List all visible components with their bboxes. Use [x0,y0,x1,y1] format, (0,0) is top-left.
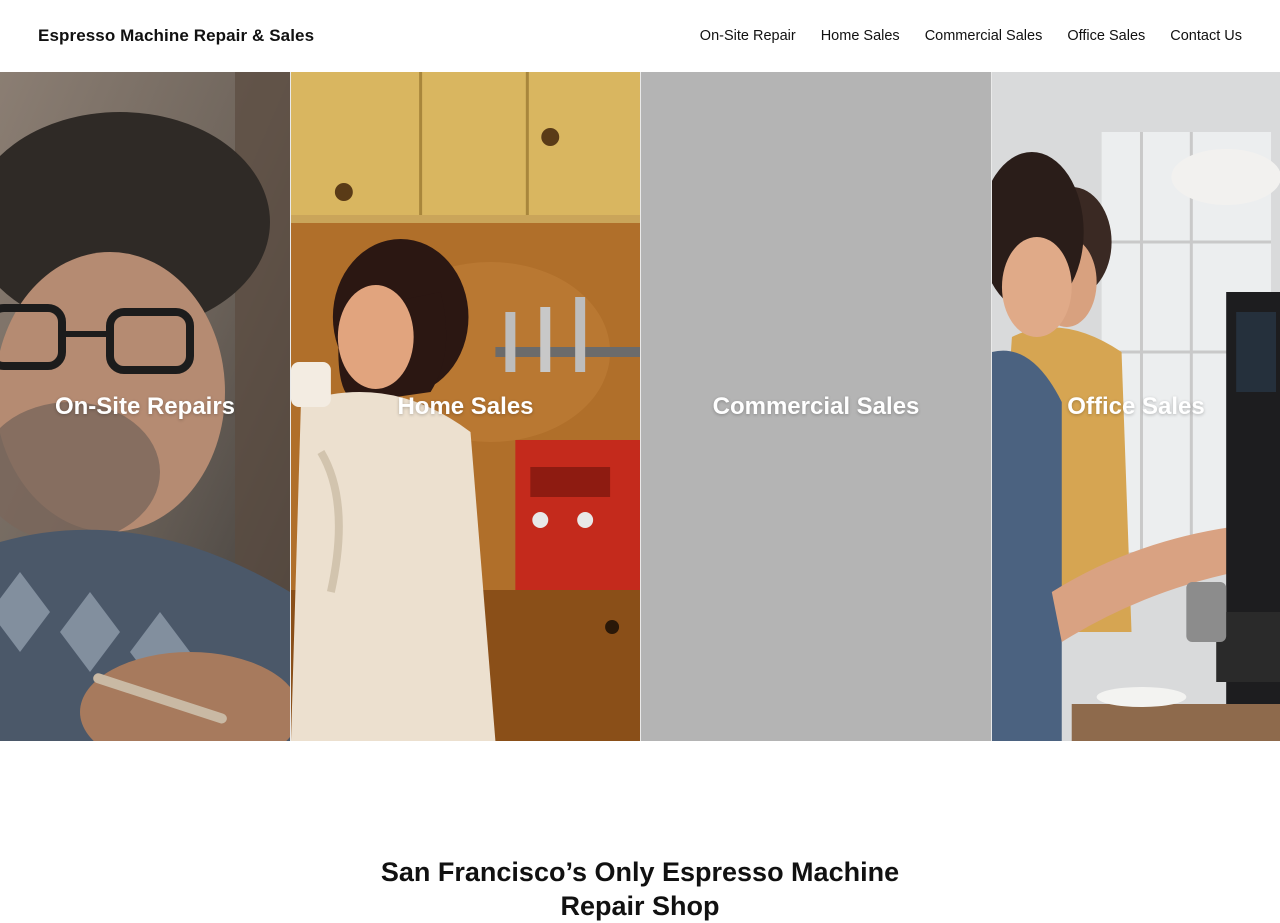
nav-link-commercial-sales[interactable]: Commercial Sales [925,28,1043,44]
site-logo-link[interactable]: Espresso Machine Repair & Sales [38,26,314,46]
panel-commercial-sales[interactable]: Commercial Sales [640,72,991,741]
panel-title: On-Site Repairs [54,392,236,420]
panel-office-sales[interactable]: Office Sales [991,72,1280,741]
panel-home-sales[interactable]: Home Sales [290,72,640,741]
intro-section: San Francisco’s Only Espresso Machine Re… [0,741,1280,921]
panel-title: Home Sales [397,392,534,420]
intro-heading: San Francisco’s Only Espresso Machine Re… [380,857,900,921]
nav-link-office-sales[interactable]: Office Sales [1067,28,1145,44]
panel-on-site-repairs[interactable]: On-Site Repairs [0,72,290,741]
hero-panels: On-Site Repairs Home Sales Commercial Sa… [0,72,1280,741]
nav-link-contact-us[interactable]: Contact Us [1170,28,1242,44]
panel-title: Commercial Sales [712,392,920,420]
site-header: Espresso Machine Repair & Sales On-Site … [0,0,1280,72]
nav-link-home-sales[interactable]: Home Sales [821,28,900,44]
nav-link-on-site-repair[interactable]: On-Site Repair [700,28,796,44]
panel-title: Office Sales [1067,392,1205,420]
main-nav: On-Site Repair Home Sales Commercial Sal… [700,28,1242,44]
